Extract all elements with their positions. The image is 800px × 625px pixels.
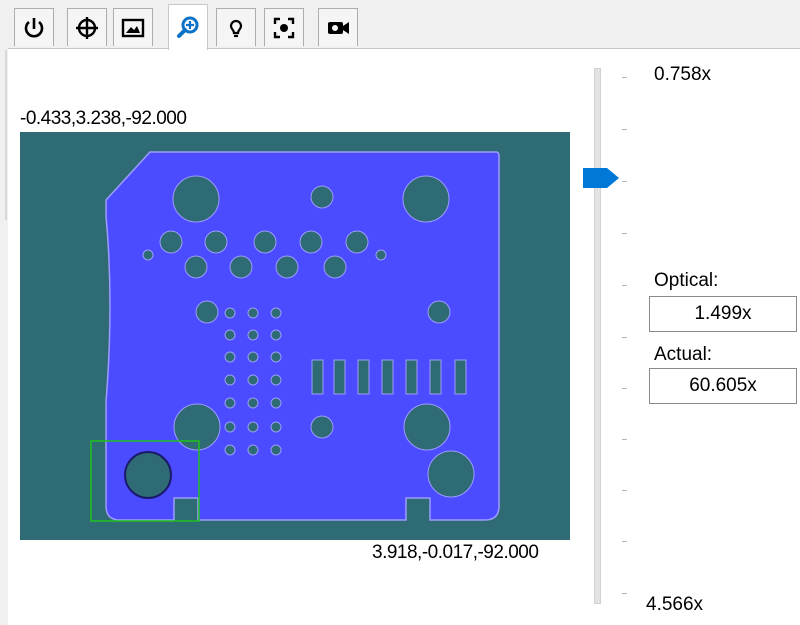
part-overlay (20, 132, 570, 540)
grid-hole (224, 351, 236, 363)
slot-hole (429, 359, 442, 395)
zoom-slider-track[interactable] (594, 68, 601, 604)
zoom-tick (622, 233, 627, 234)
medium-hole (310, 185, 334, 209)
zoom-tick (622, 593, 627, 594)
slot-hole (454, 359, 467, 395)
grid-hole (224, 444, 236, 456)
grid-hole (247, 421, 259, 433)
medium-hole (299, 230, 323, 254)
grid-hole (270, 329, 282, 341)
zoom-icon (177, 16, 199, 38)
medium-hole (159, 230, 183, 254)
zoom-slider-thumb[interactable] (581, 166, 621, 190)
large-hole (172, 175, 220, 223)
bottom-right-coordinate: 3.918,-0.017,-92.000 (372, 542, 539, 563)
slot-hole (405, 359, 418, 395)
medium-hole (195, 300, 219, 324)
grid-hole (247, 374, 259, 386)
medium-hole (323, 255, 347, 279)
medium-hole (427, 300, 451, 324)
zoom-tick (622, 129, 627, 130)
zoom-tick (622, 285, 627, 286)
zoom-min-label: 4.566x (646, 594, 704, 615)
medium-hole (310, 415, 334, 439)
grid-hole (270, 307, 282, 319)
grid-hole (270, 374, 282, 386)
medium-hole (253, 230, 277, 254)
grid-hole (270, 444, 282, 456)
actual-magnification-field: 60.605x (649, 368, 797, 404)
grid-hole (224, 397, 236, 409)
small-hole (142, 249, 154, 261)
grid-hole (270, 397, 282, 409)
focus-icon (273, 17, 295, 38)
large-hole (173, 403, 221, 451)
grid-hole (224, 329, 236, 341)
large-hole (427, 450, 475, 498)
slot-hole (311, 359, 324, 395)
tab-camera[interactable] (318, 8, 358, 46)
grid-hole (270, 421, 282, 433)
zoom-tick (622, 439, 627, 440)
zoom-tick (622, 181, 627, 182)
tool-tab-bar (0, 0, 800, 50)
medium-hole (275, 255, 299, 279)
zoom-tick (622, 77, 627, 78)
large-hole (402, 175, 450, 223)
zoom-tick (622, 388, 627, 389)
grid-hole (247, 444, 259, 456)
grid-hole (247, 397, 259, 409)
power-icon (24, 17, 44, 37)
tab-zoom[interactable] (168, 4, 208, 50)
medium-hole (229, 255, 253, 279)
medium-hole (345, 230, 369, 254)
grid-hole (247, 329, 259, 341)
tab-power[interactable] (14, 8, 54, 46)
camera-icon (328, 21, 349, 34)
grid-hole (247, 351, 259, 363)
slot-hole (381, 359, 394, 395)
slot-hole (333, 359, 346, 395)
lightbulb-icon (229, 19, 243, 37)
panel-left-edge (5, 50, 7, 220)
grid-hole (224, 307, 236, 319)
medium-hole (184, 255, 208, 279)
tab-crosshair[interactable] (67, 8, 107, 46)
top-left-coordinate: -0.433,3.238,-92.000 (20, 108, 187, 129)
optical-magnification-field: 1.499x (649, 296, 797, 332)
tab-lightbulb[interactable] (216, 8, 256, 46)
grid-hole (247, 307, 259, 319)
slot-hole (357, 359, 370, 395)
large-hole (403, 403, 451, 451)
grid-hole (224, 374, 236, 386)
camera-viewport[interactable] (20, 132, 570, 540)
tab-image[interactable] (113, 8, 153, 46)
optical-label: Optical: (654, 270, 719, 291)
actual-label: Actual: (654, 344, 713, 365)
crosshair-icon (76, 16, 98, 39)
tab-focus[interactable] (264, 8, 304, 46)
selected-hole (124, 451, 172, 499)
grid-hole (224, 421, 236, 433)
image-icon (121, 18, 145, 37)
zoom-tick (622, 490, 627, 491)
grid-hole (270, 351, 282, 363)
zoom-tick (622, 541, 627, 542)
zoom-max-label: 0.758x (654, 64, 712, 85)
small-hole (375, 249, 387, 261)
zoom-tick (622, 337, 627, 338)
medium-hole (204, 230, 228, 254)
